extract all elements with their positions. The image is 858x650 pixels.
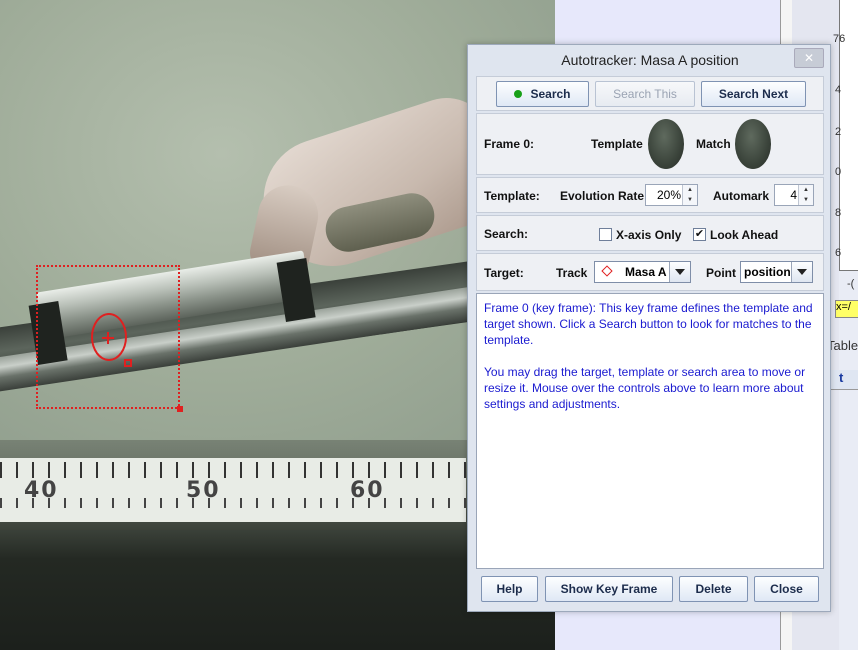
automark-label: Automark: [713, 189, 770, 203]
x-readout-badge: x=/: [835, 300, 858, 318]
automark-spinner[interactable]: 4 ▲ ▼: [774, 184, 814, 206]
template-resize-handle[interactable]: [124, 359, 132, 367]
target-label: Target:: [484, 266, 524, 280]
look-ahead-checkbox[interactable]: ✔: [693, 228, 706, 241]
table-tab[interactable]: Table: [827, 338, 858, 353]
help-button[interactable]: Help: [481, 576, 538, 602]
track-dropdown[interactable]: Masa A: [594, 261, 691, 283]
show-key-frame-button[interactable]: Show Key Frame: [545, 576, 673, 602]
track-label: Track: [556, 266, 588, 280]
table-column-header[interactable]: t: [831, 370, 858, 390]
ruler-ticks: [0, 462, 466, 478]
match-image-label: Match: [696, 137, 731, 151]
info-paragraph: You may drag the target, template or sea…: [484, 365, 806, 411]
spin-up-icon[interactable]: ▲: [683, 185, 697, 195]
evolution-rate-spin-buttons[interactable]: ▲ ▼: [682, 185, 697, 205]
evolution-rate-value: 20%: [656, 188, 681, 202]
track-dropdown-value: Masa A: [625, 265, 667, 279]
plot-y-tick: 2: [835, 126, 842, 138]
spin-down-icon[interactable]: ▼: [683, 195, 697, 205]
point-label: Point: [706, 266, 736, 280]
spin-up-icon[interactable]: ▲: [799, 185, 813, 195]
search-options-panel: Search: X-axis Only ✔ Look Ahead: [476, 215, 824, 251]
search-button-label: Search: [530, 87, 571, 101]
chevron-down-icon[interactable]: [669, 262, 690, 282]
spin-down-icon[interactable]: ▼: [799, 195, 813, 205]
close-icon[interactable]: ✕: [794, 48, 824, 68]
frame-label: Frame 0:: [484, 137, 535, 151]
plot-x-tick: -(: [847, 278, 855, 290]
plot-y-tick: 6: [835, 247, 842, 259]
match-thumbnail: [735, 119, 771, 169]
automark-spin-buttons[interactable]: ▲ ▼: [798, 185, 813, 205]
search-this-button[interactable]: Search This: [595, 81, 695, 107]
search-next-button[interactable]: Search Next: [701, 81, 806, 107]
template-image-label: Template: [591, 137, 643, 151]
x-axis-only-checkbox[interactable]: [599, 228, 612, 241]
delete-button[interactable]: Delete: [679, 576, 748, 602]
plot-y-tick: 76: [833, 33, 846, 45]
search-options-label: Search:: [484, 227, 529, 241]
template-settings-label: Template:: [484, 189, 540, 203]
search-status-dot-icon: [514, 89, 523, 98]
frame-panel: Frame 0: Template Match: [476, 113, 824, 175]
ruler-label: 40: [24, 478, 59, 503]
info-paragraph: Frame 0 (key frame): This key frame defi…: [484, 301, 813, 347]
ruler-bottom-ticks: [0, 498, 466, 508]
target-crosshair-icon[interactable]: [101, 331, 115, 345]
search-buttons-panel: Search Search This Search Next: [476, 76, 824, 111]
chevron-down-icon[interactable]: [791, 262, 812, 282]
info-text-area[interactable]: Frame 0 (key frame): This key frame defi…: [476, 293, 824, 569]
search-button[interactable]: Search: [496, 81, 589, 107]
search-area-resize-handle[interactable]: [177, 406, 183, 412]
x-axis-only-label[interactable]: X-axis Only: [616, 228, 681, 242]
track-diamond-icon: [601, 265, 613, 277]
plot-y-tick: 4: [835, 84, 842, 96]
plot-y-tick: 8: [835, 207, 842, 219]
template-thumbnail: [648, 119, 684, 169]
automark-value: 4: [790, 188, 797, 202]
point-dropdown[interactable]: position: [740, 261, 813, 283]
point-dropdown-value: position: [744, 265, 791, 279]
target-panel: Target: Track Masa A Point position: [476, 253, 824, 291]
autotracker-dialog: Autotracker: Masa A position ✕ Search Se…: [467, 44, 831, 612]
evolution-rate-spinner[interactable]: 20% ▲ ▼: [645, 184, 698, 206]
plot-y-tick: 0: [835, 166, 842, 178]
template-settings-panel: Template: Evolution Rate 20% ▲ ▼ Automark…: [476, 177, 824, 213]
dialog-title: Autotracker: Masa A position: [561, 52, 739, 68]
evolution-rate-label: Evolution Rate: [560, 189, 645, 203]
close-button[interactable]: Close: [754, 576, 819, 602]
ruler-label: 50: [186, 478, 221, 503]
look-ahead-label[interactable]: Look Ahead: [710, 228, 778, 242]
ruler-label: 60: [350, 478, 385, 503]
dialog-titlebar[interactable]: Autotracker: Masa A position ✕: [468, 45, 830, 75]
